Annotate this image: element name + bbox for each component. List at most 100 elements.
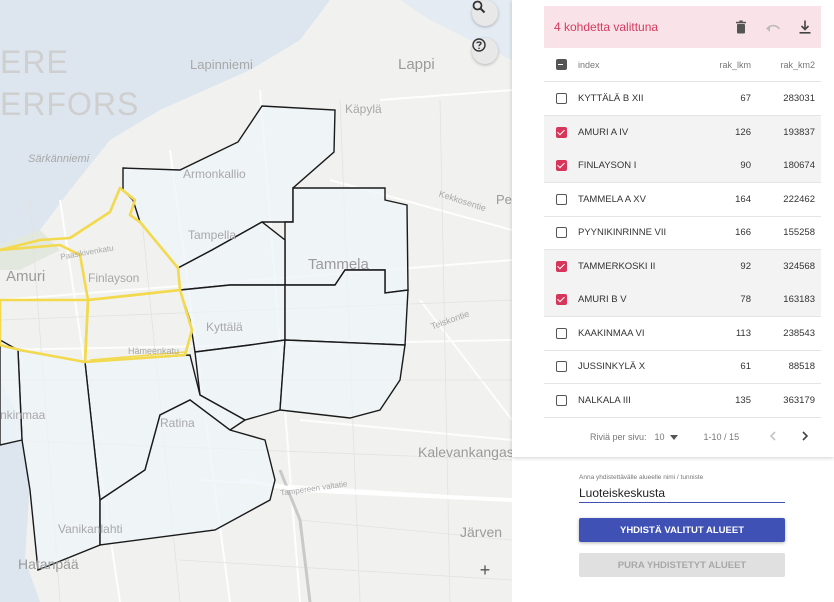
download-button[interactable] bbox=[789, 20, 821, 34]
cell-rak-km2: 193837 bbox=[783, 126, 815, 138]
selection-toolbar: 4 kohdetta valittuna bbox=[544, 6, 821, 48]
row-checkbox[interactable] bbox=[555, 193, 567, 205]
cell-rak-lkm: 113 bbox=[735, 327, 751, 339]
map-label-kalevankangas: Kalevankangas bbox=[418, 444, 512, 460]
row-checkbox[interactable] bbox=[555, 327, 567, 339]
table-header: index rak_lkm rak_km2 bbox=[544, 48, 821, 82]
map-label-erfors: ERFORS bbox=[0, 86, 140, 122]
map-label-amuri: Amuri bbox=[6, 268, 46, 285]
cell-index: AMURI A IV bbox=[578, 126, 629, 138]
next-page-button[interactable] bbox=[801, 431, 809, 443]
map-view[interactable]: ERE ERFORS Lapinniemi Lappi Käpylä Särkä… bbox=[0, 0, 512, 602]
cell-rak-km2: 155258 bbox=[783, 227, 815, 238]
column-header-index[interactable]: index bbox=[578, 60, 695, 70]
row-checkbox[interactable] bbox=[555, 126, 567, 138]
cell-index: JUSSINKYLÄ X bbox=[578, 361, 646, 372]
map-label-lappi: Lappi bbox=[398, 56, 435, 73]
row-checkbox[interactable] bbox=[555, 227, 567, 238]
map-label-sarkanniemi: Särkänniemi bbox=[28, 153, 90, 165]
cell-index: PYYNIKINRINNE VII bbox=[578, 227, 667, 238]
cell-rak-km2: 238543 bbox=[783, 327, 815, 339]
delete-button[interactable] bbox=[725, 20, 757, 34]
row-checkbox[interactable] bbox=[555, 394, 567, 406]
cell-rak-lkm: 164 bbox=[735, 193, 751, 205]
map-label-jarvensivu: Järven bbox=[460, 524, 503, 540]
map-label-ratina: Ratina bbox=[160, 416, 195, 430]
table-row[interactable]: JUSSINKYLÄ X 61 88518 bbox=[544, 350, 821, 384]
table-pagination: Riviä per sivu: 10 1-10 / 15 bbox=[544, 420, 821, 454]
dropdown-arrow-icon bbox=[669, 434, 678, 440]
map-search-button[interactable] bbox=[472, 0, 498, 26]
map-label-hameenkatu: Hämeenkatu bbox=[128, 346, 180, 356]
map-label-kapyla: Käpylä bbox=[345, 102, 382, 116]
cell-rak-km2: 324568 bbox=[783, 260, 815, 272]
cell-index: TAMMELA A XV bbox=[578, 193, 646, 205]
merge-name-input[interactable] bbox=[579, 484, 785, 503]
area-polygon bbox=[279, 339, 406, 419]
cell-rak-km2: 283031 bbox=[783, 93, 815, 104]
select-all-checkbox[interactable] bbox=[555, 59, 567, 70]
rows-per-page-label: Riviä per sivu: bbox=[590, 432, 647, 442]
table-row[interactable]: AMURI B V 78 163183 bbox=[544, 283, 821, 317]
table-row[interactable]: FINLAYSON I 90 180674 bbox=[544, 149, 821, 183]
cell-index: AMURI B V bbox=[578, 294, 627, 305]
cell-rak-lkm: 166 bbox=[735, 227, 751, 238]
map-label-pe: Pe bbox=[496, 192, 512, 207]
side-panel: 4 kohdetta valittuna index rak_lkm rak_k… bbox=[512, 0, 834, 602]
search-icon bbox=[472, 0, 486, 14]
undo-icon bbox=[766, 24, 781, 32]
cell-rak-lkm: 67 bbox=[740, 93, 751, 104]
cell-rak-km2: 180674 bbox=[783, 160, 815, 171]
map-label-vanikanlahti: Vanikanlahti bbox=[58, 522, 123, 536]
merge-selected-button[interactable]: YHDISTÄ VALITUT ALUEET bbox=[579, 518, 785, 542]
map-label-kyttala: Kyttälä bbox=[206, 320, 243, 334]
delete-icon bbox=[736, 20, 746, 34]
map-help-button[interactable] bbox=[472, 38, 498, 64]
pagination-range: 1-10 / 15 bbox=[703, 432, 740, 442]
previous-page-button[interactable] bbox=[769, 431, 777, 443]
column-header-rak-lkm[interactable]: rak_lkm bbox=[695, 60, 751, 70]
cell-rak-lkm: 90 bbox=[740, 160, 751, 171]
cell-rak-km2: 222462 bbox=[783, 193, 815, 205]
row-checkbox[interactable] bbox=[555, 361, 567, 372]
cell-rak-km2: 363179 bbox=[783, 394, 815, 406]
row-checkbox[interactable] bbox=[555, 160, 567, 171]
row-checkbox[interactable] bbox=[555, 93, 567, 104]
map-label-ere: ERE bbox=[0, 44, 69, 80]
table-row[interactable]: AMURI A IV 126 193837 bbox=[544, 115, 821, 150]
selection-count: 4 kohdetta valittuna bbox=[554, 20, 659, 34]
row-checkbox[interactable] bbox=[555, 260, 567, 272]
chevron-left-icon bbox=[769, 431, 776, 441]
table-row[interactable]: KYTTÄLÄ B XII 67 283031 bbox=[544, 82, 821, 116]
map-label-hatanpaa: Hatanpää bbox=[18, 556, 79, 572]
area-polygon bbox=[0, 339, 23, 446]
row-checkbox[interactable] bbox=[555, 294, 567, 305]
cell-rak-km2: 163183 bbox=[783, 294, 815, 305]
zoom-in-button[interactable]: + bbox=[474, 559, 496, 581]
cell-index: FINLAYSON I bbox=[578, 160, 637, 171]
cell-index: KYTTÄLÄ B XII bbox=[578, 93, 644, 104]
rows-per-page-select[interactable]: 10 bbox=[655, 432, 678, 442]
chevron-right-icon bbox=[802, 431, 809, 441]
cell-rak-lkm: 135 bbox=[735, 394, 751, 406]
cell-rak-lkm: 78 bbox=[740, 294, 751, 305]
unmerge-button[interactable]: PURA YHDISTETYT ALUEET bbox=[579, 553, 785, 577]
map-label-tammela: Tammela bbox=[308, 256, 369, 273]
table-row[interactable]: TAMMELA A XV 164 222462 bbox=[544, 183, 821, 217]
cell-rak-lkm: 61 bbox=[740, 361, 751, 372]
table-row[interactable]: TAMMERKOSKI II 92 324568 bbox=[544, 249, 821, 284]
merge-name-label: Anna yhdistettävälle alueelle nimi / tun… bbox=[579, 474, 704, 481]
table-row[interactable]: PYYNIKINRINNE VII 166 155258 bbox=[544, 216, 821, 250]
cell-index: TAMMERKOSKI II bbox=[578, 260, 656, 272]
cell-index: NALKALA III bbox=[578, 394, 631, 406]
map-label-armonkallio: Armonkallio bbox=[183, 167, 246, 181]
undo-button[interactable] bbox=[757, 21, 789, 33]
help-icon bbox=[472, 38, 486, 52]
cell-rak-lkm: 126 bbox=[735, 126, 751, 138]
map-label-lapinniemi: Lapinniemi bbox=[190, 57, 253, 72]
cell-index: KAAKINMAA VI bbox=[578, 327, 645, 339]
table-row[interactable]: NALKALA III 135 363179 bbox=[544, 384, 821, 418]
table-row[interactable]: KAAKINMAA VI 113 238543 bbox=[544, 317, 821, 351]
column-header-rak-km2[interactable]: rak_km2 bbox=[751, 60, 821, 70]
area-polygon bbox=[17, 349, 101, 571]
